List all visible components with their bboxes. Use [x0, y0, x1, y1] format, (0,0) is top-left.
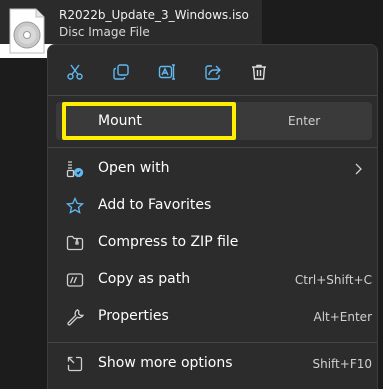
properties-label: Properties [98, 308, 169, 324]
compress-to-zip-label: Compress to ZIP file [98, 234, 239, 250]
cut-button[interactable] [62, 59, 88, 85]
scissors-icon [67, 64, 83, 80]
delete-button[interactable] [246, 59, 272, 85]
file-type: Disc Image File [59, 25, 150, 39]
menu-separator [48, 147, 377, 148]
properties-menu-item[interactable]: Properties Alt+Enter [56, 300, 372, 334]
chevron-right-icon [355, 163, 362, 175]
show-more-options-shortcut: Shift+F10 [312, 357, 372, 371]
star-icon [66, 197, 84, 215]
copy-icon [113, 64, 129, 80]
menu-separator [48, 95, 377, 96]
share-button[interactable] [200, 59, 226, 85]
context-menu-toolbar [48, 45, 377, 95]
add-to-favorites-menu-item[interactable]: Add to Favorites [56, 189, 372, 223]
open-with-menu-item[interactable]: Open with [56, 152, 372, 186]
compress-to-zip-menu-item[interactable]: Compress to ZIP file [56, 226, 372, 260]
properties-shortcut: Alt+Enter [313, 310, 372, 324]
mount-menu-item[interactable]: Mount Enter [56, 102, 372, 140]
copy-path-icon [66, 271, 84, 289]
mount-shortcut: Enter [288, 114, 321, 128]
file-name: R2022b_Update_3_Windows.iso [59, 8, 249, 22]
open-with-icon [66, 160, 84, 178]
copy-as-path-shortcut: Ctrl+Shift+C [294, 273, 372, 287]
wrench-icon [66, 308, 84, 326]
zip-folder-icon [66, 234, 84, 252]
share-icon [205, 65, 221, 80]
menu-separator [48, 342, 377, 343]
disc-icon [9, 8, 45, 54]
rename-icon [158, 64, 175, 80]
copy-as-path-menu-item[interactable]: Copy as path Ctrl+Shift+C [56, 263, 372, 297]
context-menu: Mount Enter Open with Add to Favorites C… [47, 44, 378, 389]
copy-button[interactable] [108, 59, 134, 85]
show-more-icon [66, 355, 84, 373]
open-with-label: Open with [98, 160, 170, 176]
show-more-options-menu-item[interactable]: Show more options Shift+F10 [56, 347, 372, 381]
mount-label: Mount [98, 113, 142, 129]
trash-icon [252, 64, 266, 80]
mount-highlight-box [62, 102, 236, 140]
add-to-favorites-label: Add to Favorites [98, 197, 212, 213]
show-more-options-label: Show more options [98, 355, 233, 371]
rename-button[interactable] [154, 59, 180, 85]
copy-as-path-label: Copy as path [98, 271, 191, 287]
